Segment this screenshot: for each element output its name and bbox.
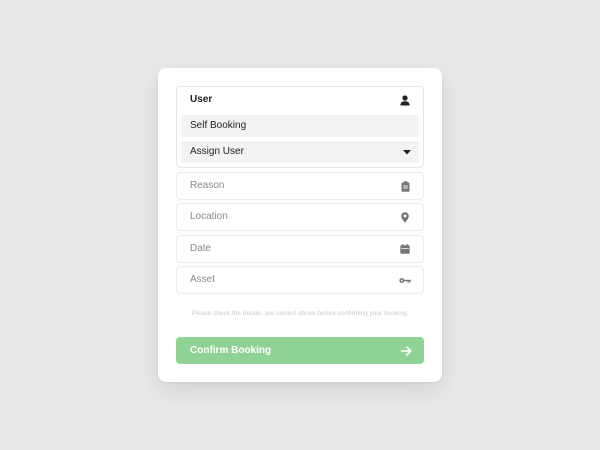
user-select-header[interactable]: User (177, 87, 423, 113)
option-label: Assign User (190, 146, 244, 157)
date-field[interactable]: Date (176, 235, 424, 263)
confirmation-note: Please check the details, are correct ab… (191, 310, 409, 317)
option-self-booking[interactable]: Self Booking (181, 115, 419, 137)
arrow-right-icon (400, 345, 412, 357)
person-icon (399, 94, 411, 106)
caret-down-icon (401, 146, 413, 158)
booking-card: User Self Booking Assign User Reason Loc… (158, 68, 442, 382)
option-assign-user[interactable]: Assign User (181, 141, 419, 163)
key-icon (399, 274, 411, 286)
map-pin-icon (399, 211, 411, 223)
confirm-booking-button[interactable]: Confirm Booking (176, 337, 424, 364)
location-field[interactable]: Location (176, 203, 424, 231)
calendar-icon (399, 243, 411, 255)
option-label: Self Booking (190, 120, 247, 131)
date-placeholder: Date (190, 243, 212, 254)
user-select[interactable]: User Self Booking Assign User (176, 86, 424, 168)
clipboard-icon (399, 180, 411, 192)
reason-field[interactable]: Reason (176, 172, 424, 200)
asset-field[interactable]: Asset (176, 266, 424, 294)
location-placeholder: Location (190, 211, 228, 222)
asset-placeholder: Asset (190, 274, 216, 285)
user-select-label: User (190, 94, 213, 105)
reason-placeholder: Reason (190, 180, 225, 191)
confirm-booking-label: Confirm Booking (190, 345, 272, 356)
